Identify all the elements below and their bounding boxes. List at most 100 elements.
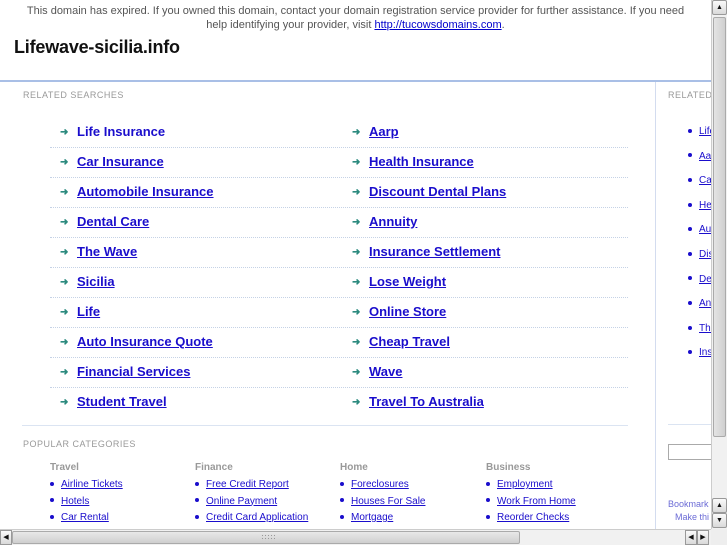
bullet-icon (340, 498, 344, 503)
category-item: Airline Tickets (50, 477, 123, 494)
arrow-right-icon: ➜ (60, 217, 69, 228)
related-search-link[interactable]: Health Insurance (369, 154, 474, 169)
related-search-link[interactable]: The Wave (77, 244, 137, 259)
related-search-link[interactable]: Wave (369, 364, 402, 379)
tucows-link[interactable]: http://tucowsdomains.com (374, 19, 501, 31)
vertical-scroll-thumb[interactable] (713, 17, 726, 437)
category-link[interactable]: Airline Tickets (61, 479, 123, 490)
category-column: Business Employment Work From Home Reorder … (486, 462, 576, 527)
related-search-link[interactable]: Insurance Settlement (369, 244, 501, 259)
related-search-link[interactable]: Travel To Australia (369, 394, 484, 409)
site-title: Lifewave-sicilia.info (14, 37, 180, 57)
related-search-row: ➜ Auto Insurance Quote ➜ Cheap Travel (50, 328, 628, 358)
arrow-right-icon: ➜ (60, 337, 69, 348)
scroll-right-icon[interactable]: ▶ (697, 530, 709, 545)
arrow-right-icon: ➜ (60, 157, 69, 168)
scroll-up-icon-lower[interactable]: ▲ (712, 498, 727, 513)
related-search-item: ➜ Auto Insurance Quote (60, 334, 213, 349)
related-search-item: ➜ Online Store (352, 304, 446, 319)
category-link[interactable]: Houses For Sale (351, 496, 425, 507)
related-search-link[interactable]: Dental Care (77, 214, 149, 229)
bullet-icon (688, 325, 692, 330)
bullet-icon (486, 498, 490, 503)
category-link[interactable]: Free Credit Report (206, 479, 289, 490)
bullet-icon (195, 498, 199, 503)
right-related-link[interactable]: An (699, 298, 711, 309)
category-link[interactable]: Employment (497, 479, 553, 490)
related-search-link[interactable]: Discount Dental Plans (369, 184, 506, 199)
category-item: Houses For Sale (340, 494, 425, 511)
right-related-item: Life (688, 126, 711, 137)
category-link[interactable]: Foreclosures (351, 479, 409, 490)
right-search-input[interactable] (668, 444, 711, 460)
related-search-link[interactable]: Car Insurance (77, 154, 164, 169)
related-search-link[interactable]: Online Store (369, 304, 446, 319)
related-search-link[interactable]: Annuity (369, 214, 417, 229)
column-divider (655, 82, 656, 529)
arrow-right-icon: ➜ (60, 127, 69, 138)
category-link[interactable]: Credit Card Application (206, 512, 308, 523)
category-item: Credit Card Application (195, 510, 308, 527)
right-related-link[interactable]: The (699, 323, 711, 334)
arrow-right-icon: ➜ (352, 247, 361, 258)
category-link[interactable]: Online Payment (206, 496, 277, 507)
category-link[interactable]: Work From Home (497, 496, 576, 507)
horizontal-scroll-thumb[interactable] (12, 531, 520, 544)
related-search-link[interactable]: Lose Weight (369, 274, 446, 289)
horizontal-scrollbar[interactable]: ◀ ◀ ▶ (0, 529, 711, 545)
right-related-link[interactable]: De (699, 274, 711, 285)
category-column: Home Foreclosures Houses For Sale Mortgage (340, 462, 425, 527)
related-search-item: ➜ The Wave (60, 244, 137, 259)
related-search-link[interactable]: Cheap Travel (369, 334, 450, 349)
scroll-up-icon[interactable]: ▲ (712, 0, 727, 15)
right-related-link[interactable]: Aa (699, 151, 711, 162)
related-search-link[interactable]: Financial Services (77, 364, 190, 379)
category-link[interactable]: Mortgage (351, 512, 393, 523)
grip-icon (261, 534, 275, 541)
bullet-icon (688, 350, 692, 355)
scroll-left-icon[interactable]: ◀ (0, 530, 12, 545)
vertical-scrollbar[interactable]: ▲ ▲ ▼ (711, 0, 727, 529)
right-related-item: Dis (688, 249, 711, 260)
categories-divider (22, 425, 628, 426)
category-heading: Finance (195, 462, 233, 473)
category-link[interactable]: Reorder Checks (497, 512, 569, 523)
category-item: Work From Home (486, 494, 576, 511)
related-search-item: ➜ Financial Services (60, 364, 190, 379)
right-related-item: Aa (688, 151, 711, 162)
right-related-item: Ca (688, 175, 711, 186)
right-related-link[interactable]: He (699, 200, 711, 211)
category-link[interactable]: Car Rental (61, 512, 109, 523)
arrow-right-icon: ➜ (60, 307, 69, 318)
make-homepage-link[interactable]: Make thi (675, 512, 709, 522)
bullet-icon (688, 276, 692, 281)
related-search-row: ➜ Financial Services ➜ Wave (50, 358, 628, 388)
scroll-left-icon-lower[interactable]: ◀ (685, 530, 697, 545)
related-search-item: ➜ Health Insurance (352, 154, 474, 169)
right-related-link[interactable]: Ca (699, 175, 711, 186)
bookmark-link[interactable]: Bookmark (668, 499, 709, 509)
related-search-link[interactable]: Automobile Insurance (77, 184, 214, 199)
related-search-link[interactable]: Life Insurance (77, 124, 165, 139)
bullet-icon (688, 202, 692, 207)
arrow-right-icon: ➜ (352, 187, 361, 198)
related-searches-label: RELATED SEARCHES (23, 90, 124, 100)
bullet-icon (688, 128, 692, 133)
header-divider (0, 80, 711, 82)
right-related-link[interactable]: Life (699, 126, 711, 137)
right-related-link[interactable]: Ins (699, 347, 711, 358)
scroll-down-icon[interactable]: ▼ (712, 513, 727, 528)
right-related-link[interactable]: Dis (699, 249, 711, 260)
related-search-row: ➜ Sicilia ➜ Lose Weight (50, 268, 628, 298)
category-link[interactable]: Hotels (61, 496, 89, 507)
related-search-link[interactable]: Auto Insurance Quote (77, 334, 213, 349)
related-search-link[interactable]: Sicilia (77, 274, 115, 289)
right-related-item: Ins (688, 347, 711, 358)
related-search-item: ➜ Wave (352, 364, 402, 379)
related-search-link[interactable]: Aarp (369, 124, 399, 139)
scrollbar-corner (711, 529, 727, 545)
related-search-link[interactable]: Life (77, 304, 100, 319)
related-search-link[interactable]: Student Travel (77, 394, 167, 409)
arrow-right-icon: ➜ (352, 367, 361, 378)
right-related-link[interactable]: Au (699, 224, 711, 235)
